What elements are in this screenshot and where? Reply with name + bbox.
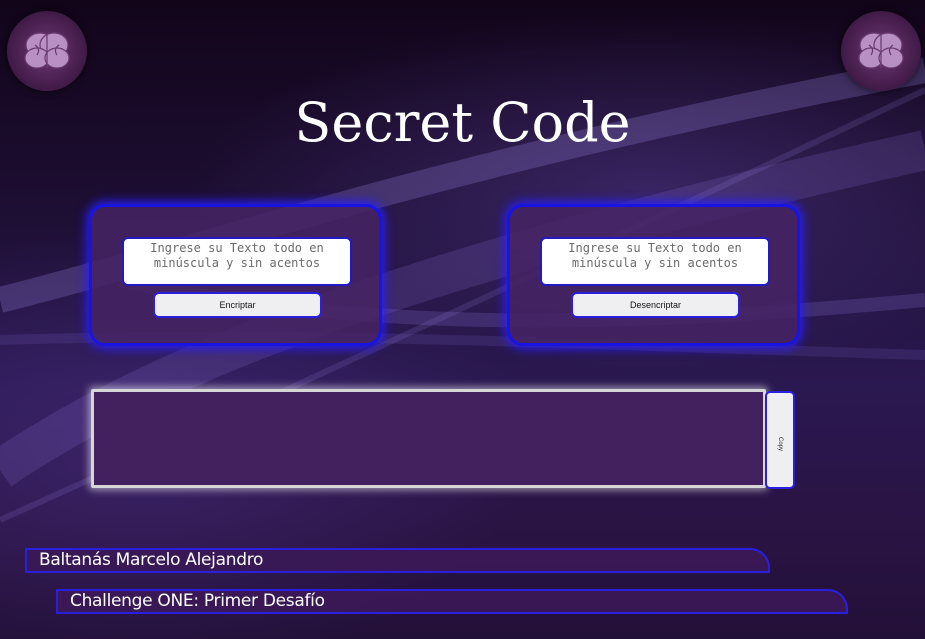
decrypt-input[interactable] [540,237,770,286]
output-field[interactable] [91,389,766,488]
copy-label: Copy [776,436,783,451]
encrypt-panel: Encriptar [89,204,382,346]
logo-right [841,11,921,91]
encrypt-button[interactable]: Encriptar [153,292,322,318]
page-title: Secret Code [294,91,631,154]
decrypt-panel: Desencriptar [507,204,800,346]
decrypt-button[interactable]: Desencriptar [571,292,740,318]
encrypt-input[interactable] [122,237,352,286]
author-credit: Baltanás Marcelo Alejandro [25,548,770,573]
copy-button[interactable]: Copy [765,391,795,489]
challenge-credit: Challenge ONE: Primer Desafío [56,589,848,614]
brain-icon [24,32,70,69]
logo-left [7,11,87,91]
brain-icon [858,32,904,69]
